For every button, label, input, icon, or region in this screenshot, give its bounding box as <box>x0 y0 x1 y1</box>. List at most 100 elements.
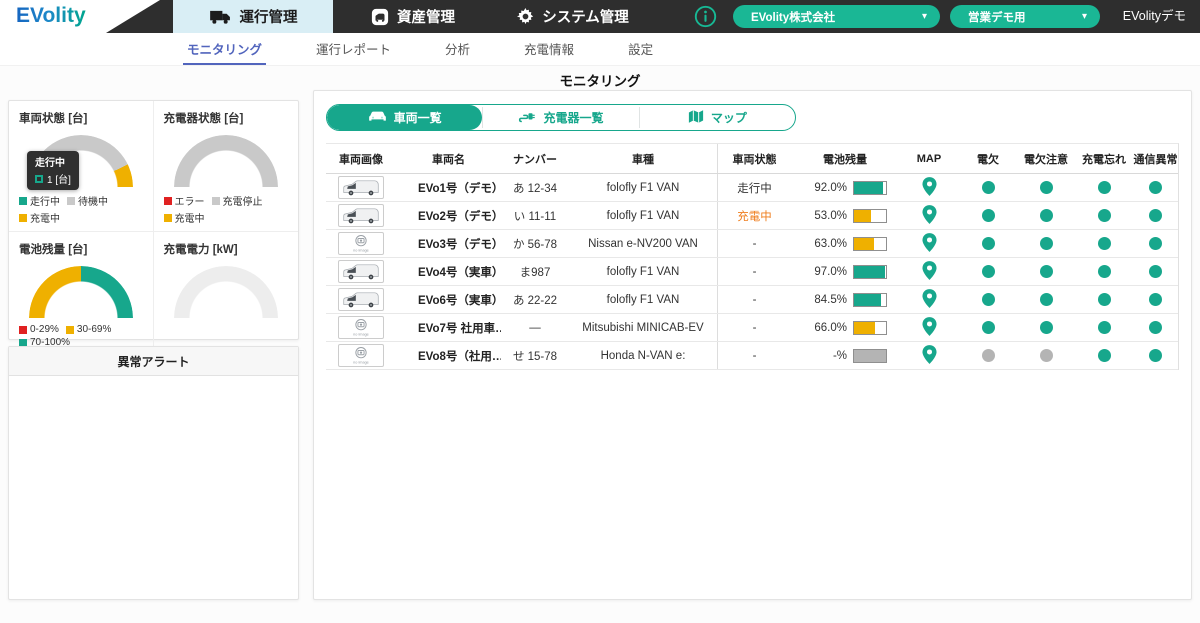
map-pin-button[interactable] <box>922 317 937 339</box>
map-pin-button[interactable] <box>922 345 937 367</box>
vehicle-thumbnail <box>338 176 384 199</box>
subnav-tab-report[interactable]: 運行レポート <box>312 33 395 65</box>
map-pin-button[interactable] <box>922 261 937 283</box>
vehicle-table: 車両画像車両名ナンバー車種車両状態電池残量MAP電欠電欠注意充電忘れ通信異常 E… <box>326 143 1179 370</box>
battery-cell: 63.0% <box>791 230 899 257</box>
svg-text:no image: no image <box>353 249 369 253</box>
gauge-title: 電池残量 [台] <box>19 241 143 257</box>
legend-swatch <box>66 326 74 334</box>
battery-percent: 92.0% <box>803 182 847 194</box>
map-cell <box>899 174 959 201</box>
tab-charger-list[interactable]: 充電器一覧 <box>483 105 638 130</box>
column-header: ナンバー <box>501 144 569 173</box>
legend-swatch <box>164 214 172 222</box>
alert-dot-cell <box>959 202 1017 229</box>
battery-cell: 92.0% <box>791 174 899 201</box>
status-dot <box>1098 237 1111 250</box>
status-dot <box>982 237 995 250</box>
tooltip-title: 走行中 <box>35 154 71 169</box>
model-cell: Mitsubishi MINICAB-EV <box>569 314 717 341</box>
table-row[interactable]: EVo4号（実車）ま987folofly F1 VAN-97.0% <box>326 258 1178 286</box>
alert-panel-title: 異常アラート <box>9 347 298 376</box>
map-icon <box>688 109 704 127</box>
status-dot <box>1040 293 1053 306</box>
map-cell <box>899 286 959 313</box>
tab-label: 充電器一覧 <box>543 109 603 126</box>
map-pin-button[interactable] <box>922 289 937 311</box>
table-row[interactable]: EVo6号（実車）あ 22-22folofly F1 VAN-84.5% <box>326 286 1178 314</box>
alert-dot-cell <box>1017 258 1075 285</box>
status-dot <box>1040 209 1053 222</box>
page-title: モニタリング <box>0 70 1200 90</box>
battery-bar <box>853 265 887 279</box>
environment-dropdown[interactable]: 営業デモ用 ▾ <box>950 5 1100 28</box>
chevron-down-icon: ▾ <box>922 11 927 22</box>
main-panel: 車両一覧 充電器一覧 マップ 車両画像車両名ナンバー車種車両状態電池残量MAP電… <box>313 90 1192 600</box>
table-row[interactable]: no imageEVo3号（デモ）か 56-78Nissan e-NV200 V… <box>326 230 1178 258</box>
nav-tab-system[interactable]: システム管理 <box>493 0 653 33</box>
alert-dot-cell <box>1133 230 1178 257</box>
gauge-vehicle-status: 車両状態 [台] 走行中 1 [台] 走行中待機中充電中 <box>9 101 154 232</box>
tab-map[interactable]: マップ <box>640 105 795 130</box>
table-row[interactable]: EVo2号（デモ）い 11-11folofly F1 VAN充電中53.0% <box>326 202 1178 230</box>
subnav-tab-charging-info[interactable]: 充電情報 <box>520 33 578 65</box>
status-dot <box>1149 237 1162 250</box>
tab-vehicle-list[interactable]: 車両一覧 <box>327 105 482 130</box>
charger-status-gauge[interactable] <box>174 135 278 188</box>
legend-swatch <box>67 197 75 205</box>
alert-dot-cell <box>1017 230 1075 257</box>
vehicle-status-cell: - <box>717 230 791 257</box>
alert-dot-cell <box>1017 202 1075 229</box>
nav-tab-operations[interactable]: 運行管理 <box>173 0 333 33</box>
company-dropdown[interactable]: EVolity株式会社 ▾ <box>733 5 940 28</box>
map-pin-button[interactable] <box>922 233 937 255</box>
status-dot <box>982 209 995 222</box>
battery-bar <box>853 349 887 363</box>
subnav-tab-settings[interactable]: 設定 <box>624 33 657 65</box>
legend-swatch <box>212 197 220 205</box>
garage-van-icon <box>371 8 389 26</box>
vehicle-name-cell: EVo4号（実車） <box>396 258 501 285</box>
alert-dot-cell <box>959 286 1017 313</box>
model-cell: folofly F1 VAN <box>569 286 717 313</box>
map-pin-button[interactable] <box>922 177 937 199</box>
environment-dropdown-value: 営業デモ用 <box>968 9 1026 25</box>
brand-logo[interactable]: EVolity <box>0 0 162 33</box>
map-pin-icon <box>922 205 937 224</box>
tab-label: 車両一覧 <box>394 109 442 126</box>
legend-item: 充電中 <box>164 210 205 225</box>
status-dot <box>1098 181 1111 194</box>
van-photo <box>340 290 382 310</box>
legend-item: 充電中 <box>19 210 60 225</box>
map-pin-button[interactable] <box>922 205 937 227</box>
table-row[interactable]: no imageEVo7号 社用車…—Mitsubishi MINICAB-EV… <box>326 314 1178 342</box>
plate-number-cell: — <box>501 314 569 341</box>
status-dot <box>1149 321 1162 334</box>
status-dot <box>1040 349 1053 362</box>
gear-icon <box>517 8 534 25</box>
brand-logo-text: EVolity <box>16 4 86 28</box>
status-dot <box>1040 265 1053 278</box>
alert-dot-cell <box>1017 174 1075 201</box>
alert-dot-cell <box>1075 342 1133 369</box>
info-icon[interactable] <box>694 5 717 28</box>
alert-dot-cell <box>959 314 1017 341</box>
subnav-tab-analysis[interactable]: 分析 <box>441 33 474 65</box>
alert-panel: 異常アラート <box>8 346 299 600</box>
charging-power-gauge[interactable] <box>174 266 278 319</box>
battery-level-gauge[interactable] <box>29 266 133 319</box>
svg-text:no image: no image <box>353 361 369 365</box>
sub-nav: モニタリング 運行レポート 分析 充電情報 設定 <box>0 33 1200 66</box>
nav-tab-assets[interactable]: 資産管理 <box>333 0 493 33</box>
alert-dot-cell <box>959 258 1017 285</box>
table-row[interactable]: no imageEVo8号（社用…せ 15-78Honda N-VAN e:--… <box>326 342 1178 370</box>
no-image-icon: no image <box>340 345 382 366</box>
subnav-tab-monitoring[interactable]: モニタリング <box>183 33 266 65</box>
top-nav: 運行管理 資産管理 システム管理 <box>173 0 653 33</box>
vehicle-status-cell: 充電中 <box>717 202 791 229</box>
table-row[interactable]: EVo1号（デモ）あ 12-34folofly F1 VAN走行中92.0% <box>326 174 1178 202</box>
alert-dot-cell <box>1017 342 1075 369</box>
battery-cell: 53.0% <box>791 202 899 229</box>
svg-text:no image: no image <box>353 333 369 337</box>
vehicle-thumbnail: no image <box>338 232 384 255</box>
